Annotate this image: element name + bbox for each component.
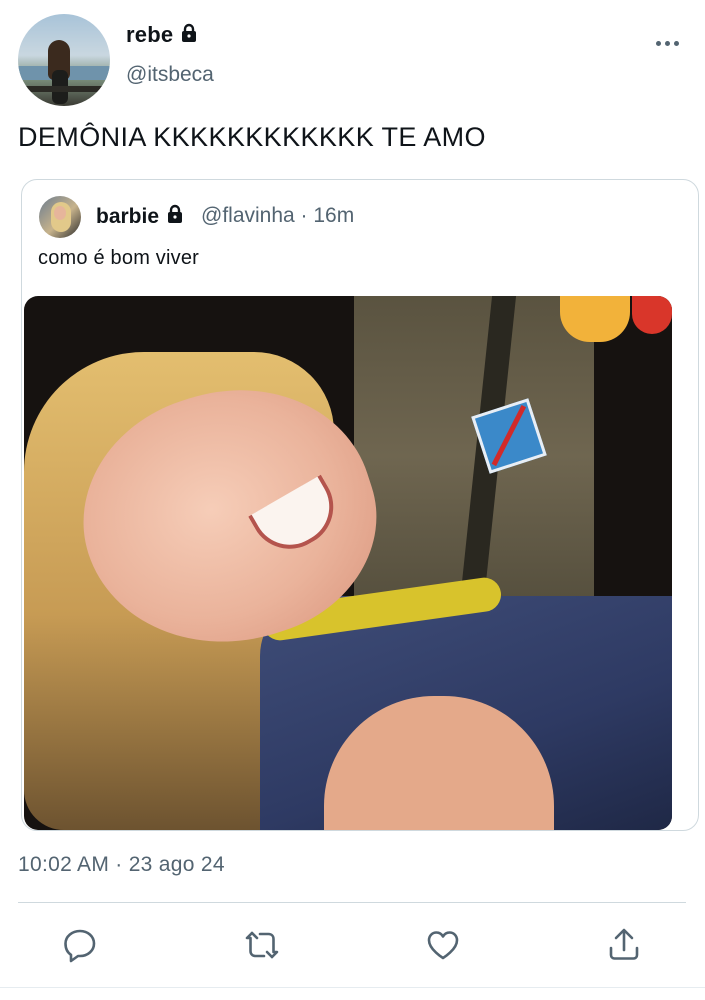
author-display-name[interactable]: rebe	[126, 22, 173, 47]
quoted-author-avatar[interactable]	[39, 196, 81, 238]
quoted-name-row: barbie	[96, 204, 185, 230]
more-dot	[665, 41, 670, 46]
heart-icon	[427, 931, 459, 960]
more-dot	[674, 41, 679, 46]
like-button[interactable]	[423, 925, 463, 965]
lock-icon	[165, 204, 185, 230]
retweet-icon	[245, 931, 279, 959]
kiss-emoji-icon	[560, 296, 630, 342]
author-name-row[interactable]: rebe	[126, 22, 199, 49]
share-button[interactable]	[604, 925, 644, 965]
author-avatar[interactable]	[18, 14, 110, 106]
quoted-handle-time: @flavinha · 16m	[201, 204, 355, 227]
lock-icon	[179, 23, 199, 49]
tweet-text: DEMÔNIA KKKKKKKKKKKK TE AMO	[18, 122, 486, 152]
heart-emoji-icon	[632, 296, 672, 334]
retweet-button[interactable]	[242, 925, 282, 965]
quoted-display-name: barbie	[96, 205, 160, 228]
reply-button[interactable]	[60, 925, 100, 965]
more-options-icon[interactable]	[656, 39, 680, 49]
quoted-photo[interactable]	[24, 296, 672, 830]
share-icon	[609, 928, 639, 960]
avatar-railing	[26, 86, 106, 92]
divider	[18, 902, 686, 903]
reply-icon	[64, 929, 96, 963]
author-handle[interactable]: @itsbeca	[126, 63, 214, 87]
avatar-figure-face	[54, 206, 66, 220]
quoted-tweet-text: como é bom viver	[38, 247, 200, 269]
more-dot	[656, 41, 661, 46]
tweet-timestamp[interactable]: 10:02 AM · 23 ago 24	[18, 853, 225, 877]
divider	[0, 987, 705, 988]
quoted-tweet-card[interactable]: barbie @flavinha · 16m como é bom viver	[21, 179, 699, 831]
